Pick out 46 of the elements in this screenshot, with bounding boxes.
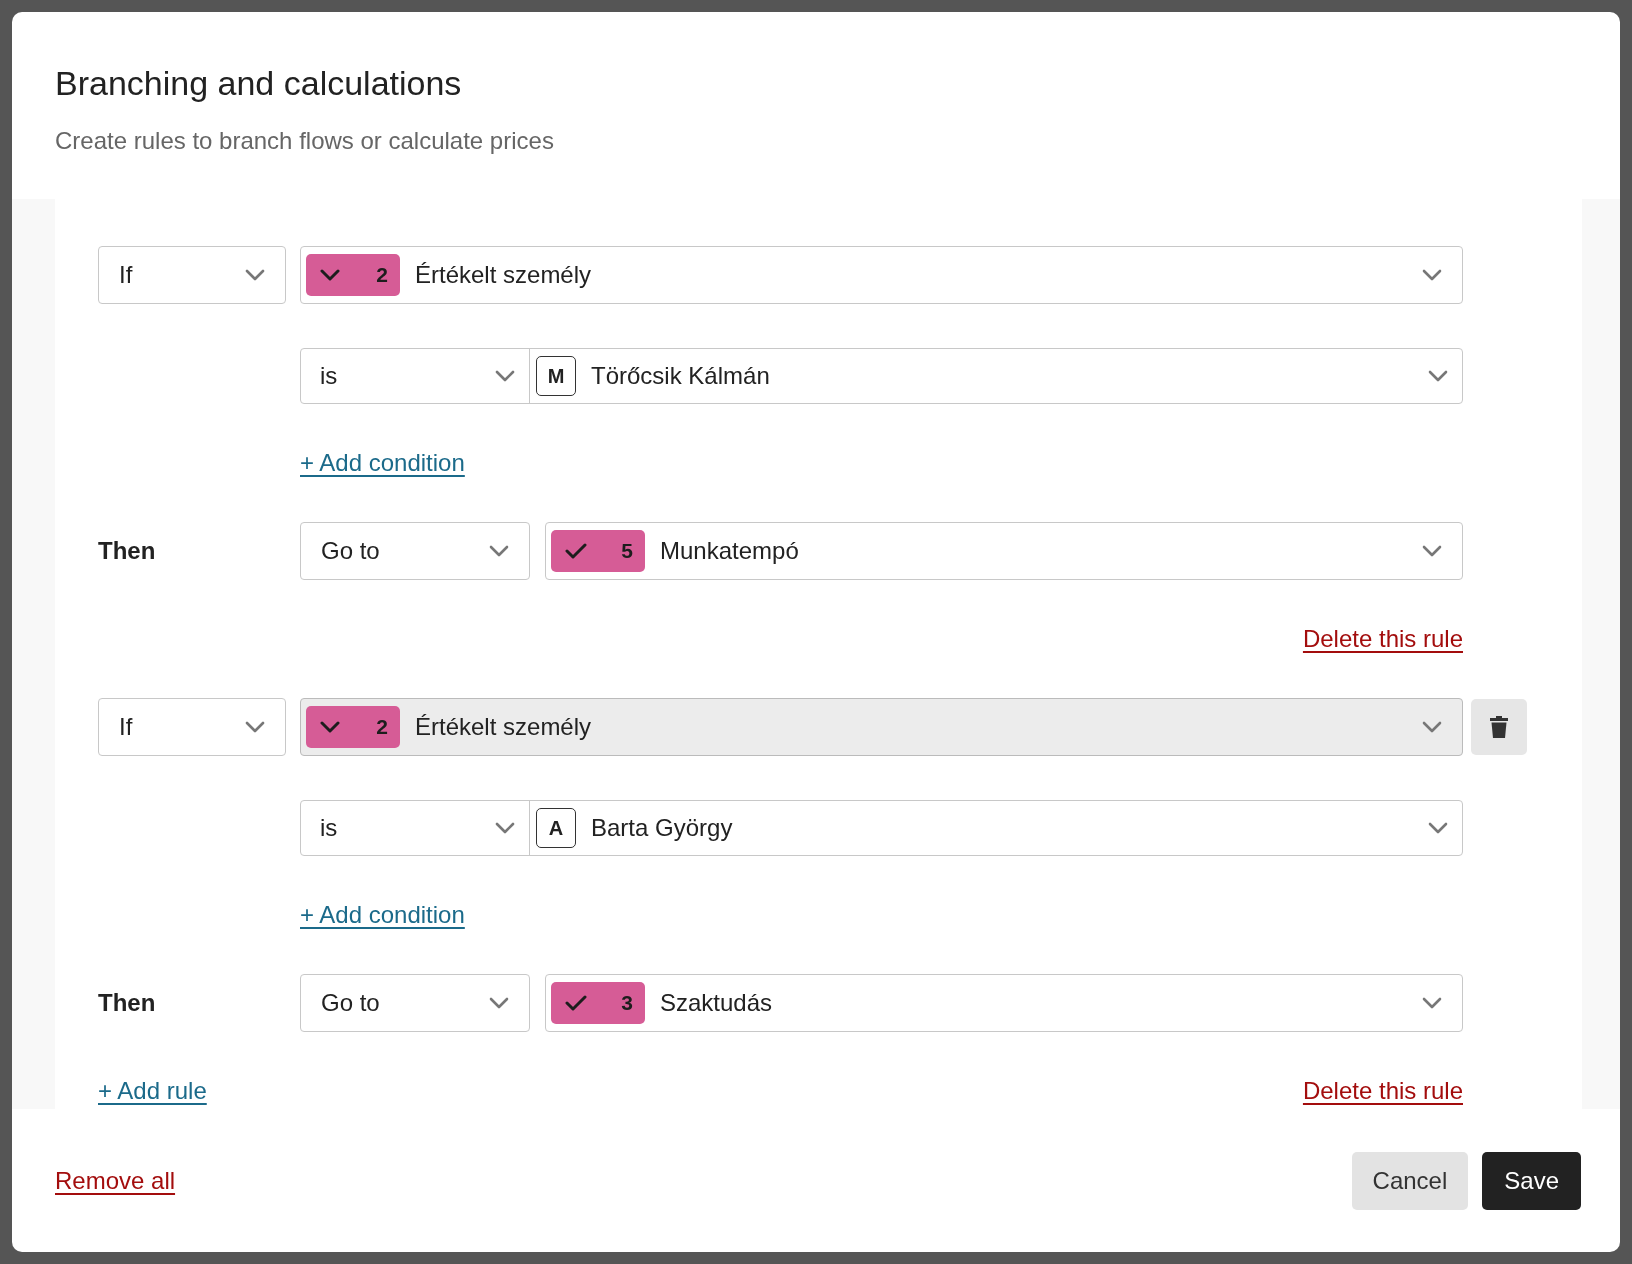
add-condition-link[interactable]: + Add condition (300, 449, 465, 476)
chevron-down-icon (245, 269, 265, 281)
chevron-down-icon (1422, 545, 1442, 557)
check-icon (565, 543, 587, 559)
chevron-down-icon (1428, 370, 1448, 382)
add-condition-link[interactable]: + Add condition (300, 901, 465, 928)
chevron-down-icon (495, 822, 515, 834)
condition-type-select[interactable]: If (98, 246, 286, 304)
target-select[interactable]: 3 Szaktudás (545, 974, 1463, 1032)
question-number: 2 (376, 715, 388, 739)
check-icon (565, 995, 587, 1011)
trash-icon (1489, 715, 1509, 739)
delete-button[interactable] (1471, 699, 1527, 755)
chevron-down-icon (245, 721, 265, 733)
condition-field[interactable]: is M Törőcsik Kálmán (300, 348, 1463, 404)
question-number: 2 (376, 263, 388, 287)
dialog-title: Branching and calculations (55, 64, 463, 103)
question-select[interactable]: 2 Értékelt személy (300, 246, 1463, 304)
answer-key: A (536, 808, 576, 848)
remove-all-link[interactable]: Remove all (55, 1166, 176, 1195)
question-select[interactable]: 2 Értékelt személy (300, 698, 1463, 756)
chevron-down-icon (1422, 269, 1442, 281)
question-number: 3 (621, 991, 633, 1015)
chevron-down-icon (495, 370, 515, 382)
dialog-subtitle: Create rules to branch flows or calculate prices (55, 127, 555, 155)
then-label: Then (98, 537, 156, 564)
delete-rule-link[interactable]: Delete this rule (1302, 625, 1463, 653)
chevron-down-icon (1422, 997, 1442, 1009)
target-select[interactable]: 5 Munkatempó (545, 522, 1463, 580)
chevron-down-icon (1428, 822, 1448, 834)
cancel-button[interactable]: Cancel (1351, 1151, 1469, 1210)
condition-type-select[interactable]: If (98, 698, 286, 756)
chevron-down-icon (320, 721, 340, 733)
question-number: 5 (621, 539, 633, 563)
answer-key: M (536, 356, 576, 396)
save-button[interactable]: Save (1482, 1151, 1581, 1210)
add-rule-link[interactable]: + Add rule (98, 1077, 207, 1105)
then-label: Then (98, 989, 156, 1016)
delete-rule-link[interactable]: Delete this rule (1302, 1077, 1463, 1105)
chevron-down-icon (489, 997, 509, 1009)
chevron-down-icon (489, 545, 509, 557)
condition-field[interactable]: is A Barta György (300, 800, 1463, 856)
action-select[interactable]: Go to (300, 974, 530, 1032)
chevron-down-icon (1422, 721, 1442, 733)
chevron-down-icon (320, 269, 340, 281)
action-select[interactable]: Go to (300, 522, 530, 580)
